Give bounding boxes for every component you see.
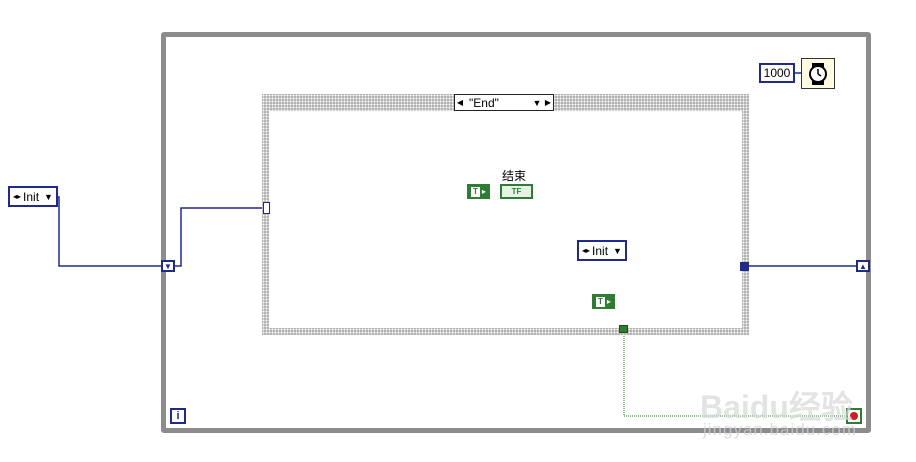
boolean-constant-value: T bbox=[471, 186, 480, 197]
boolean-icon: ▸ bbox=[481, 187, 486, 196]
case-selector-terminal[interactable] bbox=[263, 202, 270, 214]
enum-wire-input bbox=[52, 196, 162, 267]
boolean-local-variable[interactable]: TF bbox=[500, 184, 533, 199]
boolean-constant[interactable]: T ▸ bbox=[467, 184, 490, 199]
enum-constant-inner[interactable]: ◂▸ Init ▼ bbox=[577, 240, 627, 261]
case-selector-label[interactable]: ◀ "End" ▼ ▶ bbox=[454, 94, 554, 111]
watermark-url: jingyan.baidu.com bbox=[703, 420, 858, 439]
case-increment-icon[interactable]: ▶ bbox=[543, 98, 553, 107]
shift-register-right[interactable]: ▲ bbox=[856, 260, 870, 272]
wait-ms-function[interactable] bbox=[801, 58, 835, 89]
enum-value: Init bbox=[23, 189, 40, 204]
boolean-constant-value: T bbox=[596, 296, 605, 307]
enum-constant-outer[interactable]: ◂▸ Init ▼ bbox=[8, 186, 58, 207]
chevron-down-icon[interactable]: ▼ bbox=[44, 192, 53, 202]
boolean-label: 结束 bbox=[502, 169, 527, 183]
ms-constant[interactable]: 1000 bbox=[759, 63, 795, 83]
shift-register-left[interactable]: ▼ bbox=[161, 260, 175, 272]
case-structure-diagram[interactable] bbox=[269, 111, 742, 328]
case-output-tunnel[interactable] bbox=[740, 262, 749, 271]
case-selector-value: "End" bbox=[469, 95, 499, 110]
enum-arrows-icon: ◂▸ bbox=[582, 246, 591, 255]
case-decrement-icon[interactable]: ◀ bbox=[455, 98, 465, 107]
chevron-down-icon[interactable]: ▼ bbox=[613, 246, 622, 256]
clock-icon bbox=[809, 62, 827, 85]
iteration-terminal[interactable]: i bbox=[170, 408, 186, 424]
boolean-constant-stop[interactable]: T ▸ bbox=[592, 294, 615, 309]
boolean-indicator-text: TF bbox=[511, 187, 522, 196]
case-output-tunnel-bool[interactable] bbox=[619, 325, 628, 333]
enum-value: Init bbox=[592, 243, 609, 258]
enum-arrows-icon: ◂▸ bbox=[13, 192, 22, 201]
boolean-icon: ▸ bbox=[606, 297, 611, 306]
chevron-down-icon[interactable]: ▼ bbox=[531, 98, 543, 108]
